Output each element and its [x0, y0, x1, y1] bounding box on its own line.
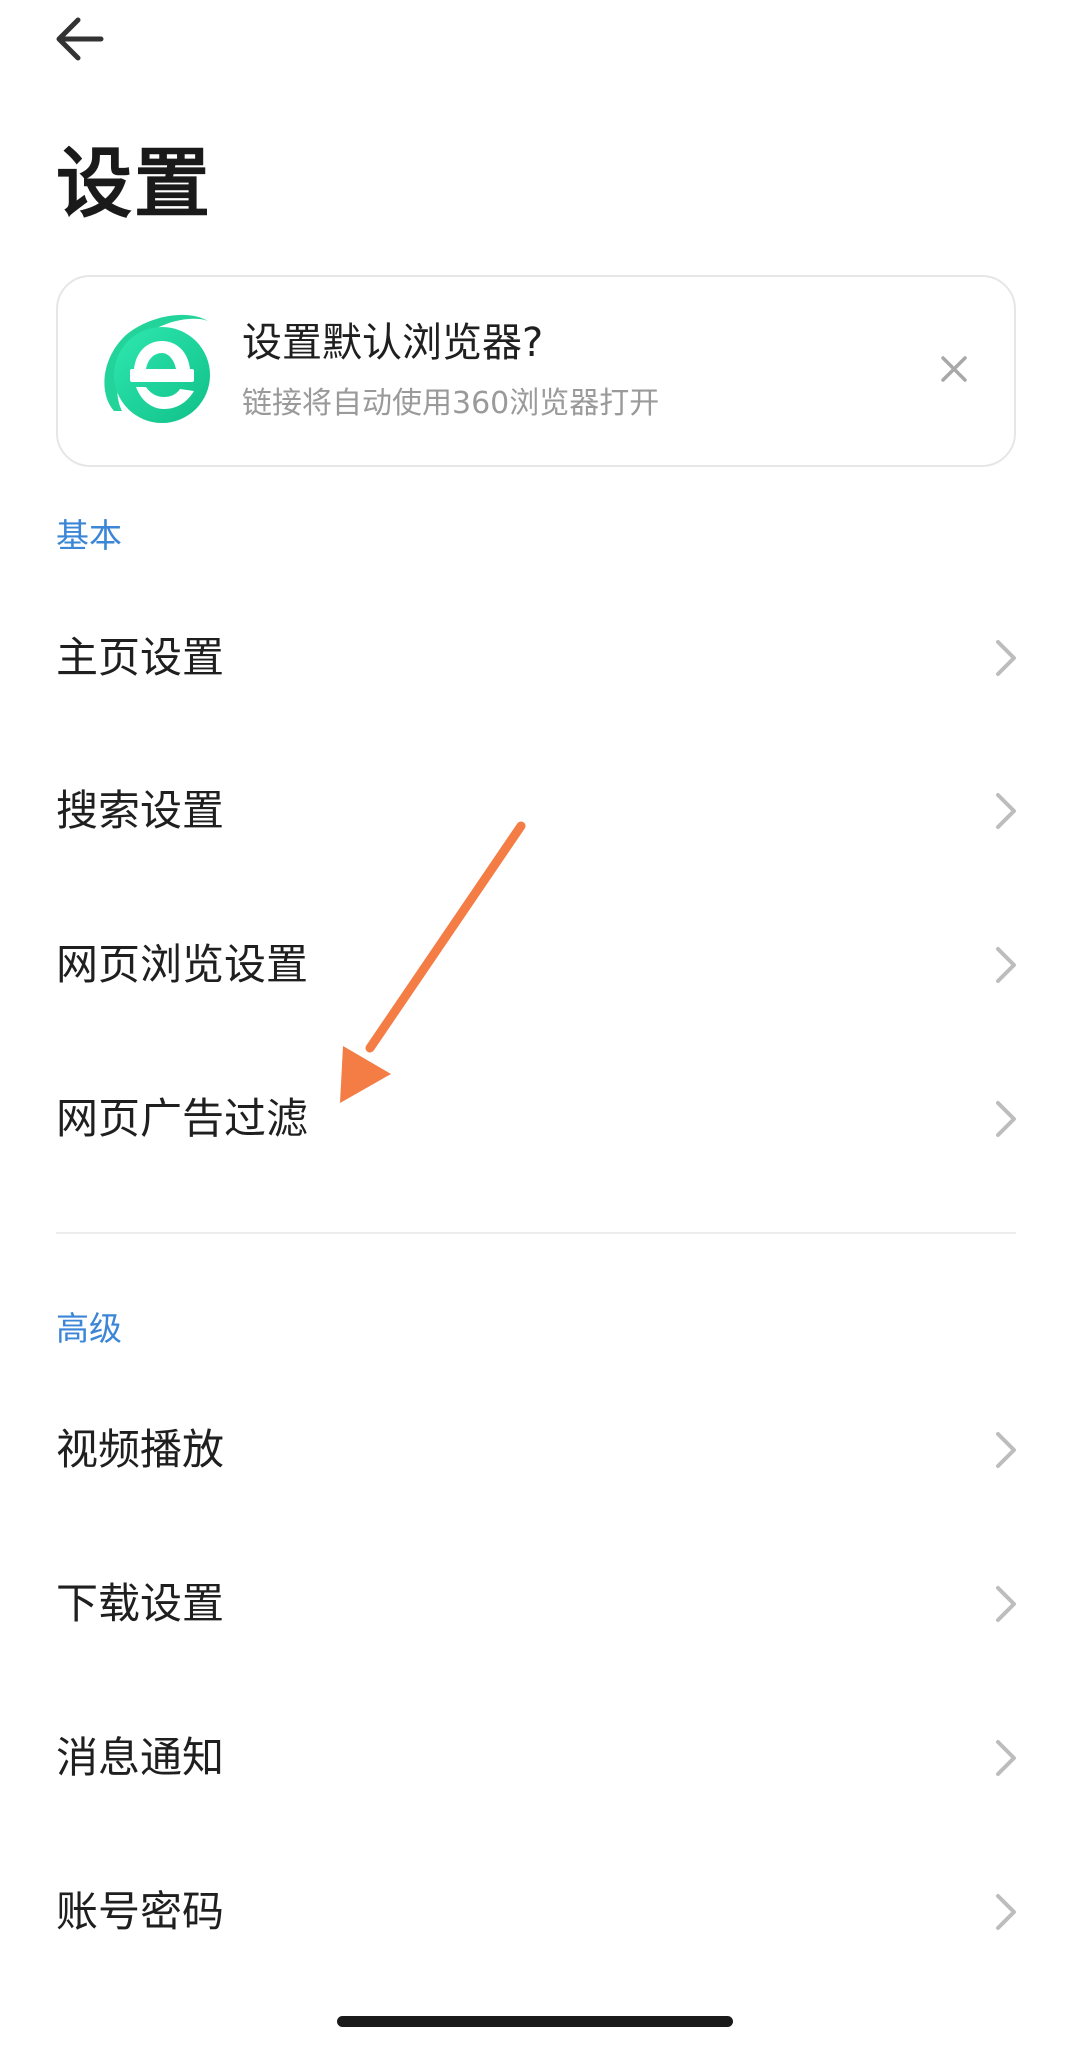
close-icon — [941, 356, 967, 382]
banner-close-button[interactable] — [924, 339, 984, 399]
chevron-right-icon — [996, 1586, 1016, 1622]
chevron-right-icon — [996, 1432, 1016, 1468]
banner-title: 设置默认浏览器? — [242, 320, 544, 366]
settings-item-label: 视频播放 — [56, 1425, 225, 1474]
section-label-basic: 基本 — [56, 516, 122, 555]
settings-item-notifications[interactable]: 消息通知 — [0, 1688, 1073, 1828]
settings-item-video-playback[interactable]: 视频播放 — [0, 1380, 1073, 1520]
back-button[interactable] — [40, 0, 118, 78]
settings-item-label: 搜索设置 — [56, 786, 225, 835]
page-title: 设置 — [56, 139, 212, 228]
settings-item-label: 账号密码 — [56, 1887, 225, 1936]
chevron-right-icon — [996, 1101, 1016, 1137]
chevron-right-icon — [996, 1740, 1016, 1776]
default-browser-banner[interactable]: 设置默认浏览器? 链接将自动使用360浏览器打开 — [56, 275, 1016, 467]
settings-item-label: 网页广告过滤 — [56, 1094, 309, 1143]
chevron-right-icon — [996, 947, 1016, 983]
arrow-left-icon — [56, 17, 104, 61]
chevron-right-icon — [996, 793, 1016, 829]
settings-item-homepage[interactable]: 主页设置 — [0, 588, 1073, 728]
settings-item-label: 主页设置 — [56, 633, 225, 682]
settings-item-download[interactable]: 下载设置 — [0, 1534, 1073, 1674]
settings-item-account-password[interactable]: 账号密码 — [0, 1842, 1073, 1982]
settings-item-web-browsing[interactable]: 网页浏览设置 — [0, 895, 1073, 1035]
settings-item-label: 消息通知 — [56, 1733, 225, 1782]
settings-item-label: 下载设置 — [56, 1579, 225, 1628]
banner-subtitle: 链接将自动使用360浏览器打开 — [242, 386, 660, 421]
settings-item-search[interactable]: 搜索设置 — [0, 741, 1073, 881]
360-browser-logo-icon — [104, 314, 210, 423]
settings-item-label: 网页浏览设置 — [56, 940, 309, 989]
chevron-right-icon — [996, 1894, 1016, 1930]
chevron-right-icon — [996, 640, 1016, 676]
settings-item-ad-filter[interactable]: 网页广告过滤 — [0, 1049, 1073, 1189]
section-divider — [56, 1232, 1016, 1234]
home-indicator[interactable] — [337, 2016, 733, 2027]
section-label-advanced: 高级 — [56, 1309, 122, 1348]
